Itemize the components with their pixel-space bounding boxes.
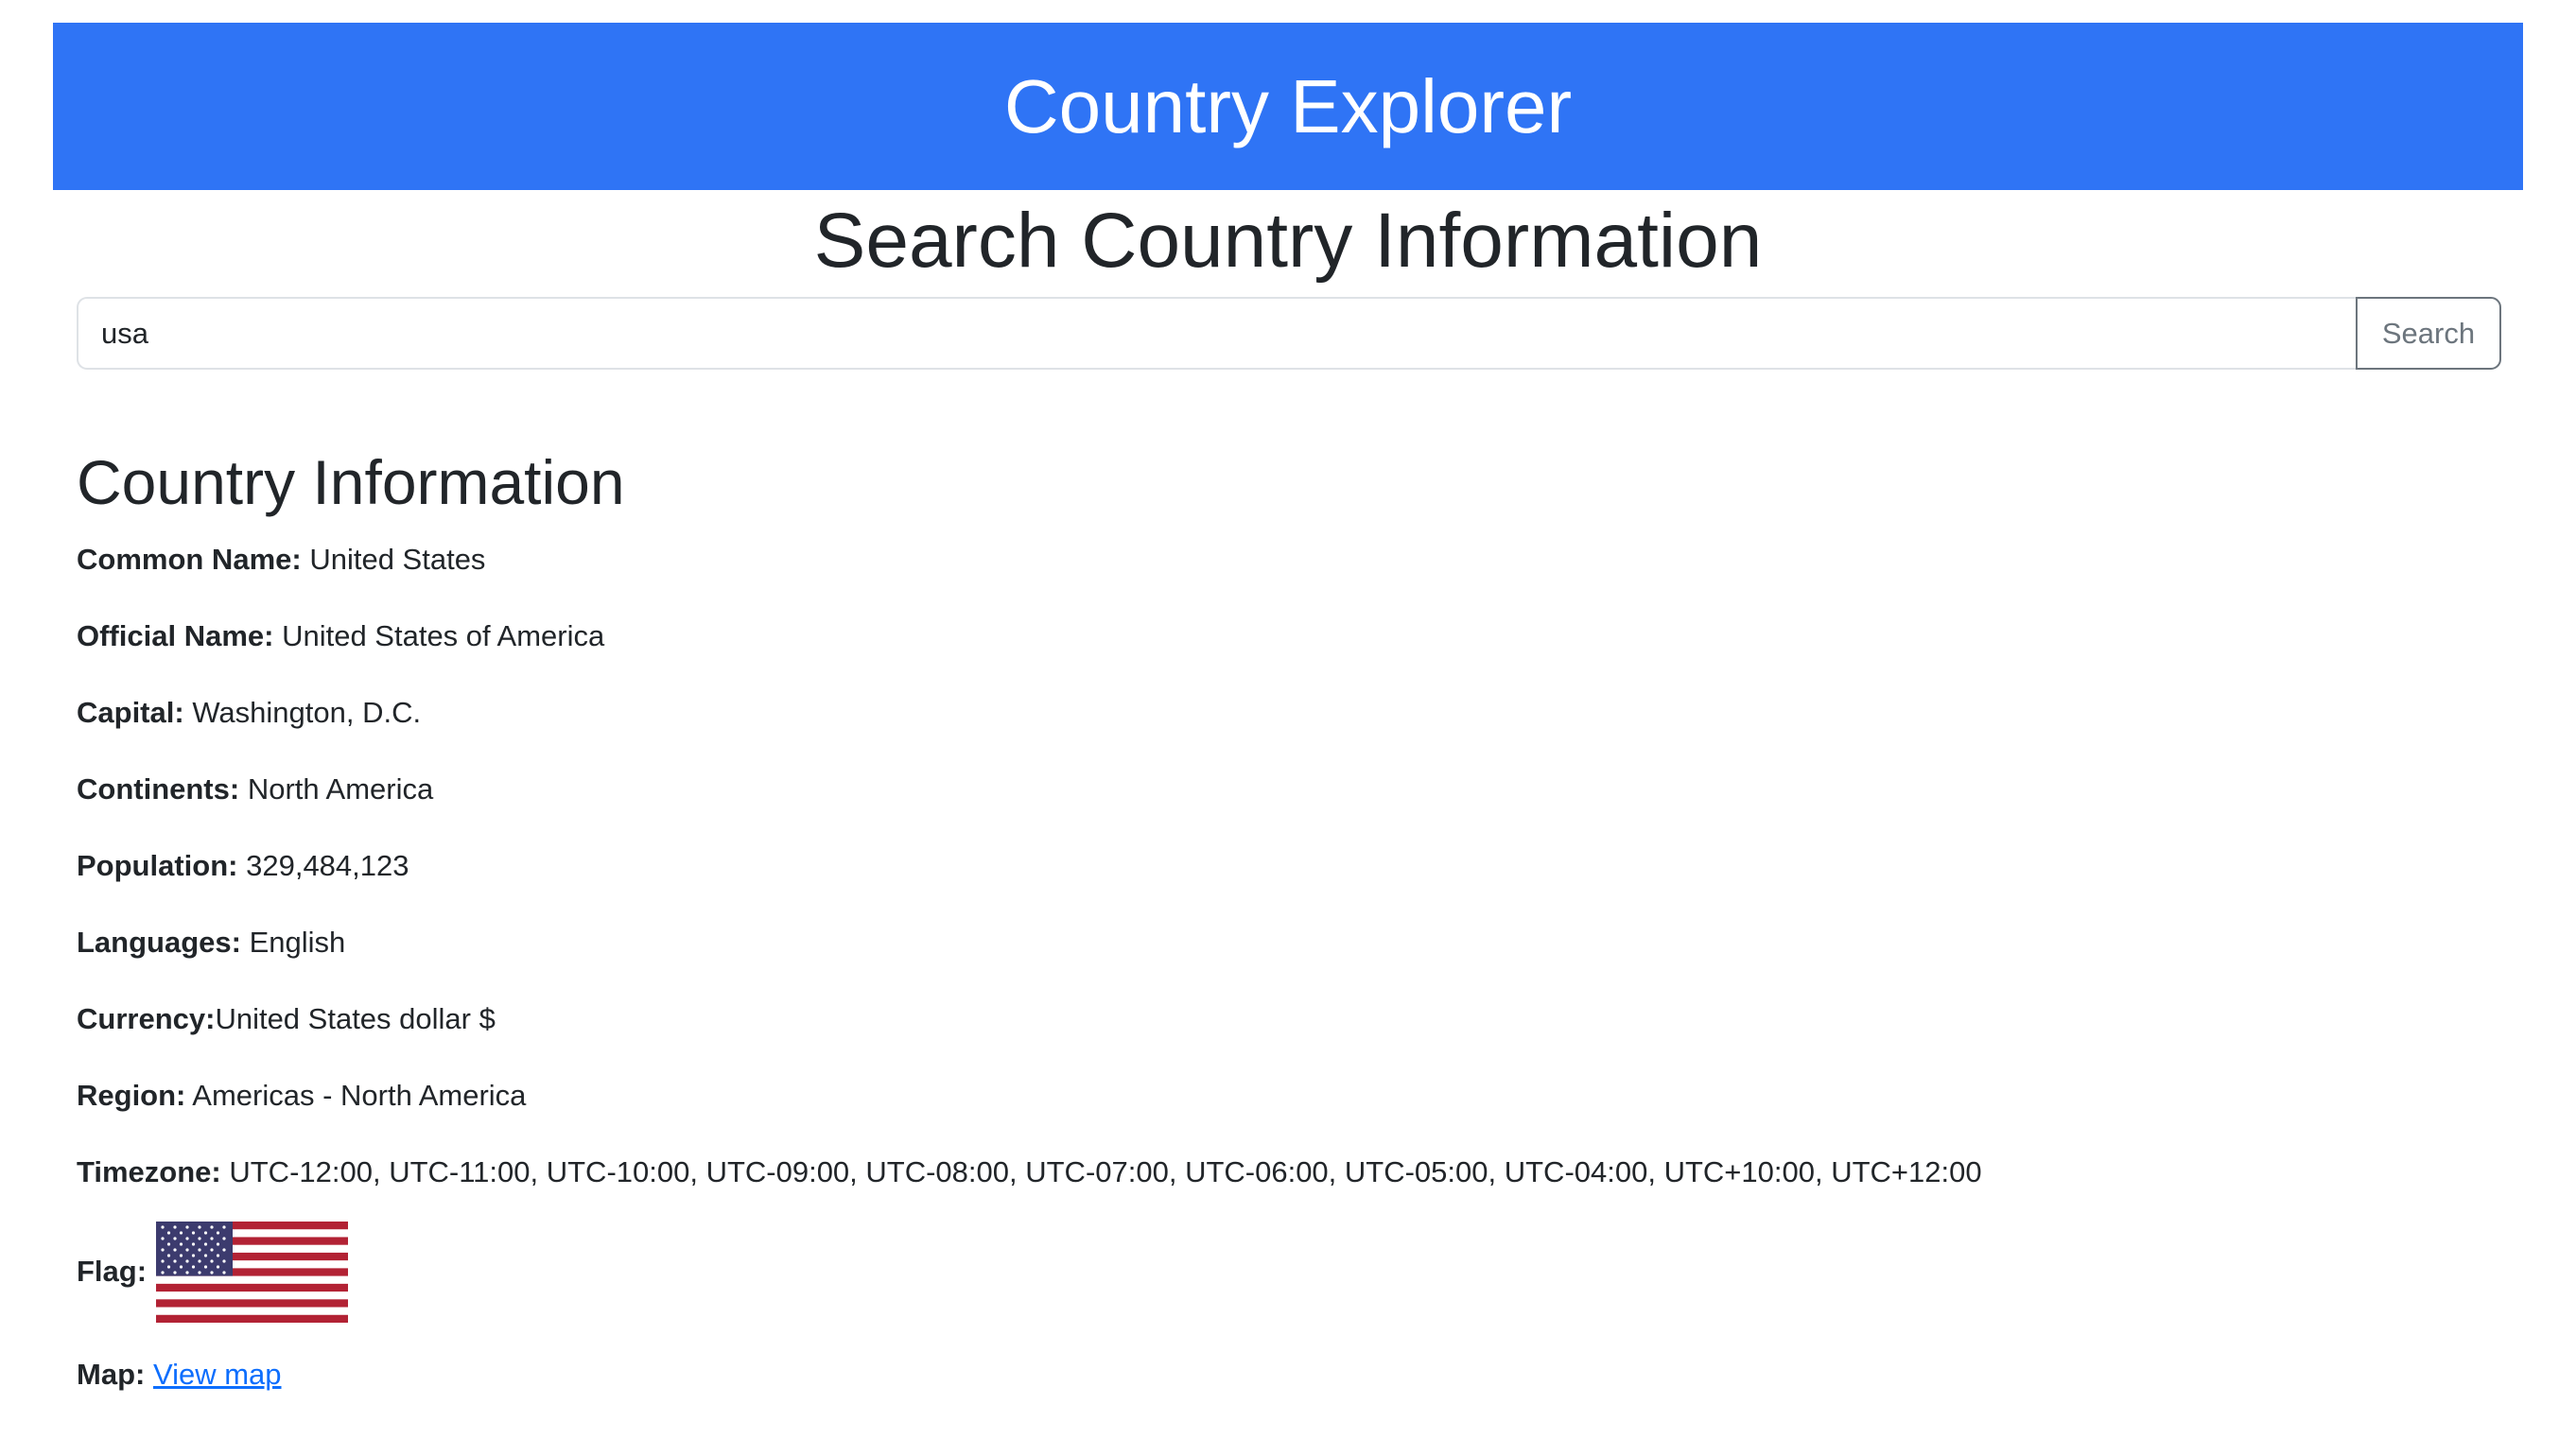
- currency-value: United States dollar $: [215, 1002, 496, 1035]
- view-map-link[interactable]: View map: [153, 1358, 282, 1391]
- map-row: Map: View map: [77, 1356, 282, 1394]
- population-row: Population: 329,484,123: [77, 847, 409, 885]
- region-value: Americas - North America: [192, 1079, 527, 1112]
- continents-row: Continents: North America: [77, 771, 433, 808]
- continents-label: Continents:: [77, 772, 240, 806]
- population-label: Population:: [77, 849, 238, 882]
- common-name-label: Common Name:: [77, 543, 302, 576]
- us-flag-icon: [156, 1221, 349, 1323]
- common-name-row: Common Name: United States: [77, 541, 485, 579]
- currency-row: Currency:United States dollar $: [77, 1000, 496, 1038]
- app-title: Country Explorer: [1003, 63, 1573, 148]
- search-input[interactable]: [77, 297, 2356, 370]
- region-row: Region: Americas - North America: [77, 1077, 526, 1115]
- timezone-row: Timezone: UTC-12:00, UTC-11:00, UTC-10:0…: [77, 1153, 1982, 1191]
- search-bar: Search: [77, 297, 2501, 370]
- timezone-value: UTC-12:00, UTC-11:00, UTC-10:00, UTC-09:…: [229, 1155, 1982, 1188]
- page: Country Explorer Search Country Informat…: [0, 0, 2576, 1456]
- continents-value: North America: [247, 772, 434, 806]
- capital-row: Capital: Washington, D.C.: [77, 694, 421, 732]
- search-button[interactable]: Search: [2356, 297, 2501, 370]
- country-info-title: Country Information: [77, 447, 625, 517]
- official-name-label: Official Name:: [77, 619, 274, 652]
- flag-label: Flag:: [77, 1255, 148, 1288]
- app-header: Country Explorer: [53, 23, 2523, 190]
- languages-value: English: [249, 926, 346, 959]
- region-label: Region:: [77, 1079, 186, 1112]
- capital-label: Capital:: [77, 696, 184, 729]
- languages-row: Languages: English: [77, 924, 345, 962]
- languages-label: Languages:: [77, 926, 241, 959]
- official-name-row: Official Name: United States of America: [77, 617, 604, 655]
- currency-label: Currency:: [77, 1002, 216, 1035]
- map-label: Map:: [77, 1358, 146, 1391]
- timezone-label: Timezone:: [77, 1155, 221, 1188]
- common-name-value: United States: [309, 543, 486, 576]
- population-value: 329,484,123: [246, 849, 409, 882]
- search-heading: Search Country Information: [813, 198, 1763, 284]
- flag-row: Flag:: [77, 1220, 349, 1324]
- capital-value: Washington, D.C.: [192, 696, 422, 729]
- official-name-value: United States of America: [282, 619, 605, 652]
